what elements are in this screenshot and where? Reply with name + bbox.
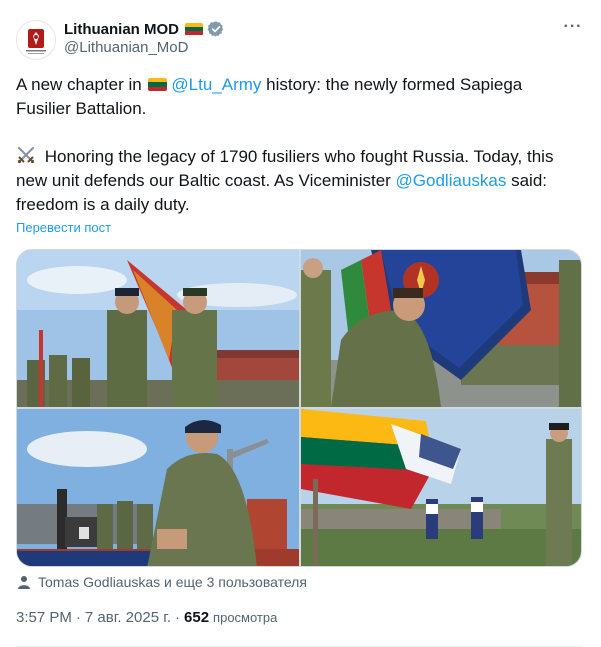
lithuania-flag-emoji-icon <box>148 78 168 91</box>
separator: · <box>175 609 181 626</box>
tagged-users-label: Tomas Godliauskas и еще 3 пользователя <box>38 574 307 590</box>
post-meta: 3:57 PM · 7 авг. 2025 г. · 652 просмотра <box>16 609 277 626</box>
views-label: просмотра <box>213 610 278 625</box>
more-options-icon[interactable]: ··· <box>562 18 584 40</box>
media-grid <box>16 249 582 567</box>
photo-officer-signing-document[interactable] <box>17 409 299 566</box>
post-paragraph-1: A new chapter in @Ltu_Army history: the … <box>16 73 581 121</box>
mention-link-ltu-army[interactable]: @Ltu_Army <box>171 75 261 94</box>
separator: · <box>75 609 81 626</box>
post-paragraph-2: Honoring the legacy of 1790 fusiliers wh… <box>16 145 581 217</box>
avatar[interactable] <box>16 20 56 60</box>
tweet: Lithuanian MOD @Lithuanian_MoD ··· A new… <box>0 0 601 647</box>
verified-badge-icon[interactable] <box>207 20 225 38</box>
photo-soldier-kissing-banner[interactable] <box>301 250 581 407</box>
photo-flags-historic-fusiliers[interactable] <box>301 409 581 566</box>
post-time[interactable]: 3:57 PM <box>16 609 72 626</box>
lithuania-flag-icon <box>185 22 203 36</box>
author-handle[interactable]: @Lithuanian_MoD <box>64 39 188 56</box>
translate-post-link[interactable]: Перевести пост <box>16 220 111 235</box>
tagged-users[interactable]: Tomas Godliauskas и еще 3 пользователя <box>16 572 307 592</box>
views-count[interactable]: 652 <box>184 609 209 626</box>
mention-link-godliauskas[interactable]: @Godliauskas <box>396 171 507 190</box>
photo-soldiers-flag-handover[interactable] <box>17 250 299 407</box>
person-icon <box>18 576 30 589</box>
post-text: A new chapter in <box>16 75 147 94</box>
post-date[interactable]: 7 авг. 2025 г. <box>85 609 171 626</box>
ministry-emblem-icon <box>26 29 46 54</box>
display-name[interactable]: Lithuanian MOD <box>64 21 179 38</box>
author-name-row[interactable]: Lithuanian MOD <box>64 18 225 40</box>
crossed-swords-icon <box>17 146 35 164</box>
